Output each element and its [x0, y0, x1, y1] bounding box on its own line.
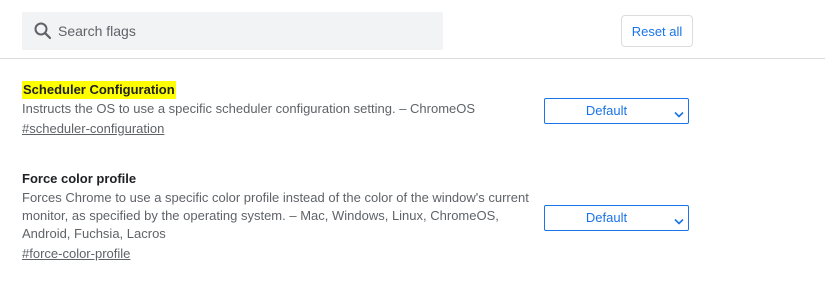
search-icon [33, 21, 53, 41]
flag-permalink[interactable]: #scheduler-configuration [22, 120, 164, 138]
flag-description: Instructs the OS to use a specific sched… [22, 101, 476, 116]
flag-scheduler-configuration: Scheduler Configuration Instructs the OS… [22, 81, 542, 138]
flag-title: Scheduler Configuration [22, 81, 176, 99]
scheduler-configuration-select[interactable]: Default [544, 98, 689, 124]
search-box[interactable] [22, 12, 443, 50]
flag-permalink[interactable]: #force-color-profile [22, 245, 130, 263]
search-input[interactable] [58, 12, 438, 50]
flag-title: Force color profile [22, 171, 137, 186]
reset-all-button[interactable]: Reset all [621, 15, 693, 47]
flag-description: Forces Chrome to use a specific color pr… [22, 190, 529, 241]
chevron-down-icon [674, 214, 684, 225]
select-value: Default [585, 103, 628, 118]
flag-force-color-profile: Force color profile Forces Chrome to use… [22, 170, 542, 263]
header: Reset all [0, 0, 825, 59]
select-value: Default [585, 210, 628, 225]
chevron-down-icon [674, 107, 684, 118]
force-color-profile-select[interactable]: Default [544, 205, 689, 231]
